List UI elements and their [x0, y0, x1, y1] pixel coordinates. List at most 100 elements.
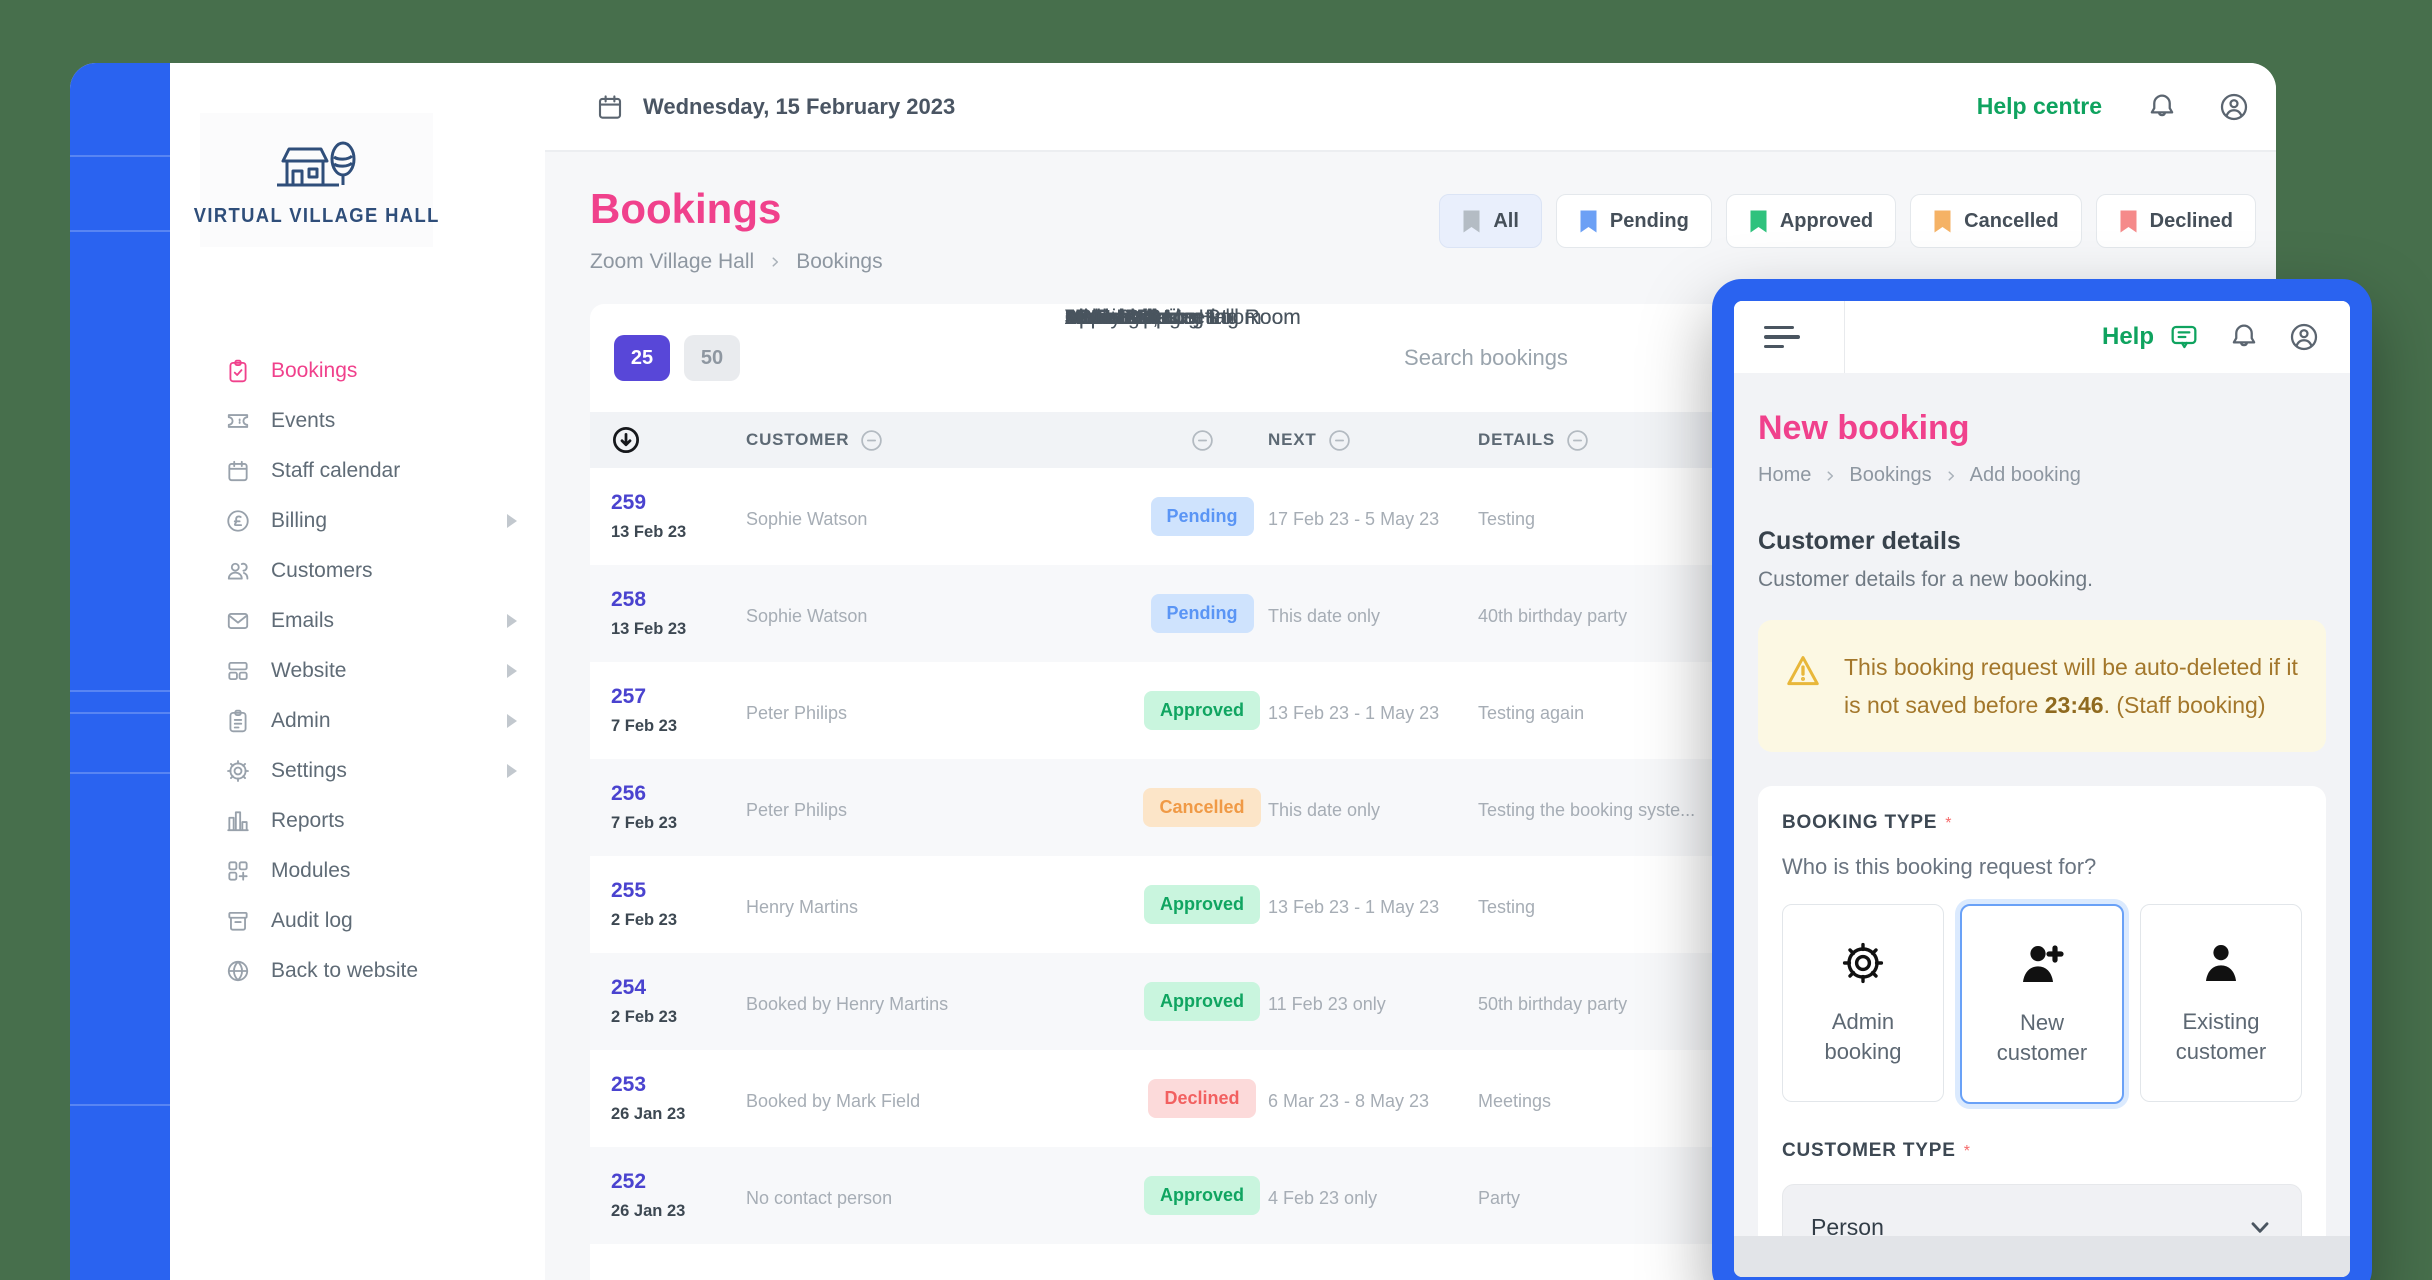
- booking-id-link[interactable]: 257: [611, 685, 746, 709]
- booking-type-question: Who is this booking request for?: [1782, 854, 2302, 880]
- pound-circle-icon: [225, 508, 251, 534]
- sidebar-nav: Bookings Events Staff calendar Billing: [170, 346, 545, 996]
- bookmark-icon: [1462, 209, 1481, 234]
- bar-chart-icon: [225, 808, 251, 834]
- chevron-right-icon: [768, 255, 782, 269]
- chevron-right-icon: [507, 614, 517, 628]
- village-hall-logo-icon: [269, 133, 365, 195]
- status-filters: All Pending Approved Cancelled: [1439, 194, 2256, 248]
- column-customer[interactable]: CUSTOMER: [746, 430, 849, 450]
- sort-descending-icon[interactable]: [611, 425, 641, 455]
- calendar-icon: [225, 458, 251, 484]
- booking-id-link[interactable]: 259: [611, 491, 746, 515]
- filter-approved[interactable]: Approved: [1726, 194, 1896, 248]
- page-size-25-button[interactable]: 25: [614, 335, 670, 381]
- booking-id-link[interactable]: 252: [611, 1170, 746, 1194]
- top-bar: Wednesday, 15 February 2023 Help centre: [545, 63, 2276, 152]
- option-admin-booking[interactable]: Admin booking: [1782, 904, 1944, 1102]
- logo: VIRTUAL VILLAGE HALL: [200, 113, 433, 247]
- created-date: 2 Feb 23: [611, 1008, 746, 1027]
- panel-body: New booking Home Bookings Add booking Cu…: [1734, 409, 2350, 1280]
- sidebar-item-bookings[interactable]: Bookings: [170, 346, 545, 396]
- breadcrumb-item[interactable]: Zoom Village Hall: [590, 250, 754, 274]
- clipboard-list-icon: [225, 708, 251, 734]
- user-avatar-icon[interactable]: [2288, 321, 2320, 353]
- chat-bubble-icon[interactable]: [2168, 321, 2200, 353]
- option-new-customer[interactable]: New customer: [1960, 904, 2124, 1104]
- required-asterisk: *: [1964, 1143, 1970, 1160]
- panel-title: New booking: [1758, 409, 2326, 448]
- bookmark-icon: [1749, 209, 1768, 234]
- chevron-right-icon: [507, 664, 517, 678]
- chevron-right-icon: [1823, 469, 1837, 483]
- sidebar-item-website[interactable]: Website: [170, 646, 545, 696]
- sidebar-item-audit-log[interactable]: Audit log: [170, 896, 545, 946]
- user-avatar-icon[interactable]: [2218, 91, 2250, 123]
- filter-pending[interactable]: Pending: [1556, 194, 1712, 248]
- hamburger-menu-icon[interactable]: [1764, 320, 1800, 355]
- browser-icon: [225, 658, 251, 684]
- ticket-icon: [225, 408, 251, 434]
- bell-icon[interactable]: [2146, 91, 2178, 123]
- sidebar-item-settings[interactable]: Settings: [170, 746, 545, 796]
- filter-cancelled[interactable]: Cancelled: [1910, 194, 2081, 248]
- sidebar-item-reports[interactable]: Reports: [170, 796, 545, 846]
- sidebar-item-back-to-website[interactable]: Back to website: [170, 946, 545, 996]
- sidebar-item-admin[interactable]: Admin: [170, 696, 545, 746]
- calendar-icon: [595, 92, 625, 122]
- page-title: Bookings: [590, 186, 883, 232]
- gear-icon: [225, 758, 251, 784]
- booking-type-label: BOOKING TYPE: [1782, 812, 1937, 833]
- gear-icon: [1839, 939, 1887, 987]
- chevron-right-icon: [507, 714, 517, 728]
- breadcrumb-item[interactable]: Bookings: [1849, 464, 1931, 487]
- sidebar-item-events[interactable]: Events: [170, 396, 545, 446]
- booking-id-link[interactable]: 258: [611, 588, 746, 612]
- created-date: 2 Feb 23: [611, 911, 746, 930]
- section-subtitle: Customer details for a new booking.: [1758, 568, 2326, 592]
- created-date: 13 Feb 23: [611, 620, 746, 639]
- help-link[interactable]: Help: [2102, 323, 2154, 351]
- booking-form-card: BOOKING TYPE * Who is this booking reques…: [1758, 786, 2326, 1280]
- new-booking-panel: Help New booking Home Bookings Add booki…: [1712, 279, 2372, 1280]
- bookmark-icon: [2119, 209, 2138, 234]
- sidebar-item-staff-calendar[interactable]: Staff calendar: [170, 446, 545, 496]
- chevron-right-icon: [1944, 469, 1958, 483]
- bell-icon[interactable]: [2228, 321, 2260, 353]
- page-size-50-button[interactable]: 50: [684, 335, 740, 381]
- booking-id-link[interactable]: 253: [611, 1073, 746, 1097]
- grid-plus-icon: [225, 858, 251, 884]
- help-centre-link[interactable]: Help centre: [1977, 93, 2102, 120]
- sidebar-item-customers[interactable]: Customers: [170, 546, 545, 596]
- breadcrumb-item: Add booking: [1970, 464, 2081, 487]
- filter-declined[interactable]: Declined: [2096, 194, 2256, 248]
- logo-text: VIRTUAL VILLAGE HALL: [193, 205, 439, 228]
- archive-icon: [225, 908, 251, 934]
- left-accent-strip: [70, 63, 170, 1280]
- booking-id-link[interactable]: 256: [611, 782, 746, 806]
- filter-all[interactable]: All: [1439, 194, 1542, 248]
- panel-breadcrumb: Home Bookings Add booking: [1758, 464, 2326, 487]
- breadcrumb-item[interactable]: Home: [1758, 464, 1811, 487]
- sidebar: VIRTUAL VILLAGE HALL Bookings Events Sta…: [170, 63, 546, 1280]
- bookmark-icon: [1579, 209, 1598, 234]
- chevron-right-icon: [507, 514, 517, 528]
- sidebar-item-modules[interactable]: Modules: [170, 846, 545, 896]
- bookmark-icon: [1933, 209, 1952, 234]
- circle-minus-icon[interactable]: [859, 428, 884, 453]
- current-date: Wednesday, 15 February 2023: [595, 92, 955, 122]
- created-date: 7 Feb 23: [611, 814, 746, 833]
- created-date: 13 Feb 23: [611, 523, 746, 542]
- warning-deadline: 23:46: [2045, 692, 2104, 718]
- created-date: 7 Feb 23: [611, 717, 746, 736]
- option-existing-customer[interactable]: Existing customer: [2140, 904, 2302, 1102]
- panel-header: Help: [1734, 301, 2350, 373]
- screen: VIRTUAL VILLAGE HALL Bookings Events Sta…: [0, 0, 2432, 1280]
- booking-id-link[interactable]: 255: [611, 879, 746, 903]
- sidebar-item-billing[interactable]: Billing: [170, 496, 545, 546]
- person-plus-icon: [2018, 940, 2066, 988]
- required-asterisk: *: [1945, 815, 1951, 832]
- sidebar-item-emails[interactable]: Emails: [170, 596, 545, 646]
- users-icon: [225, 558, 251, 584]
- booking-id-link[interactable]: 254: [611, 976, 746, 1000]
